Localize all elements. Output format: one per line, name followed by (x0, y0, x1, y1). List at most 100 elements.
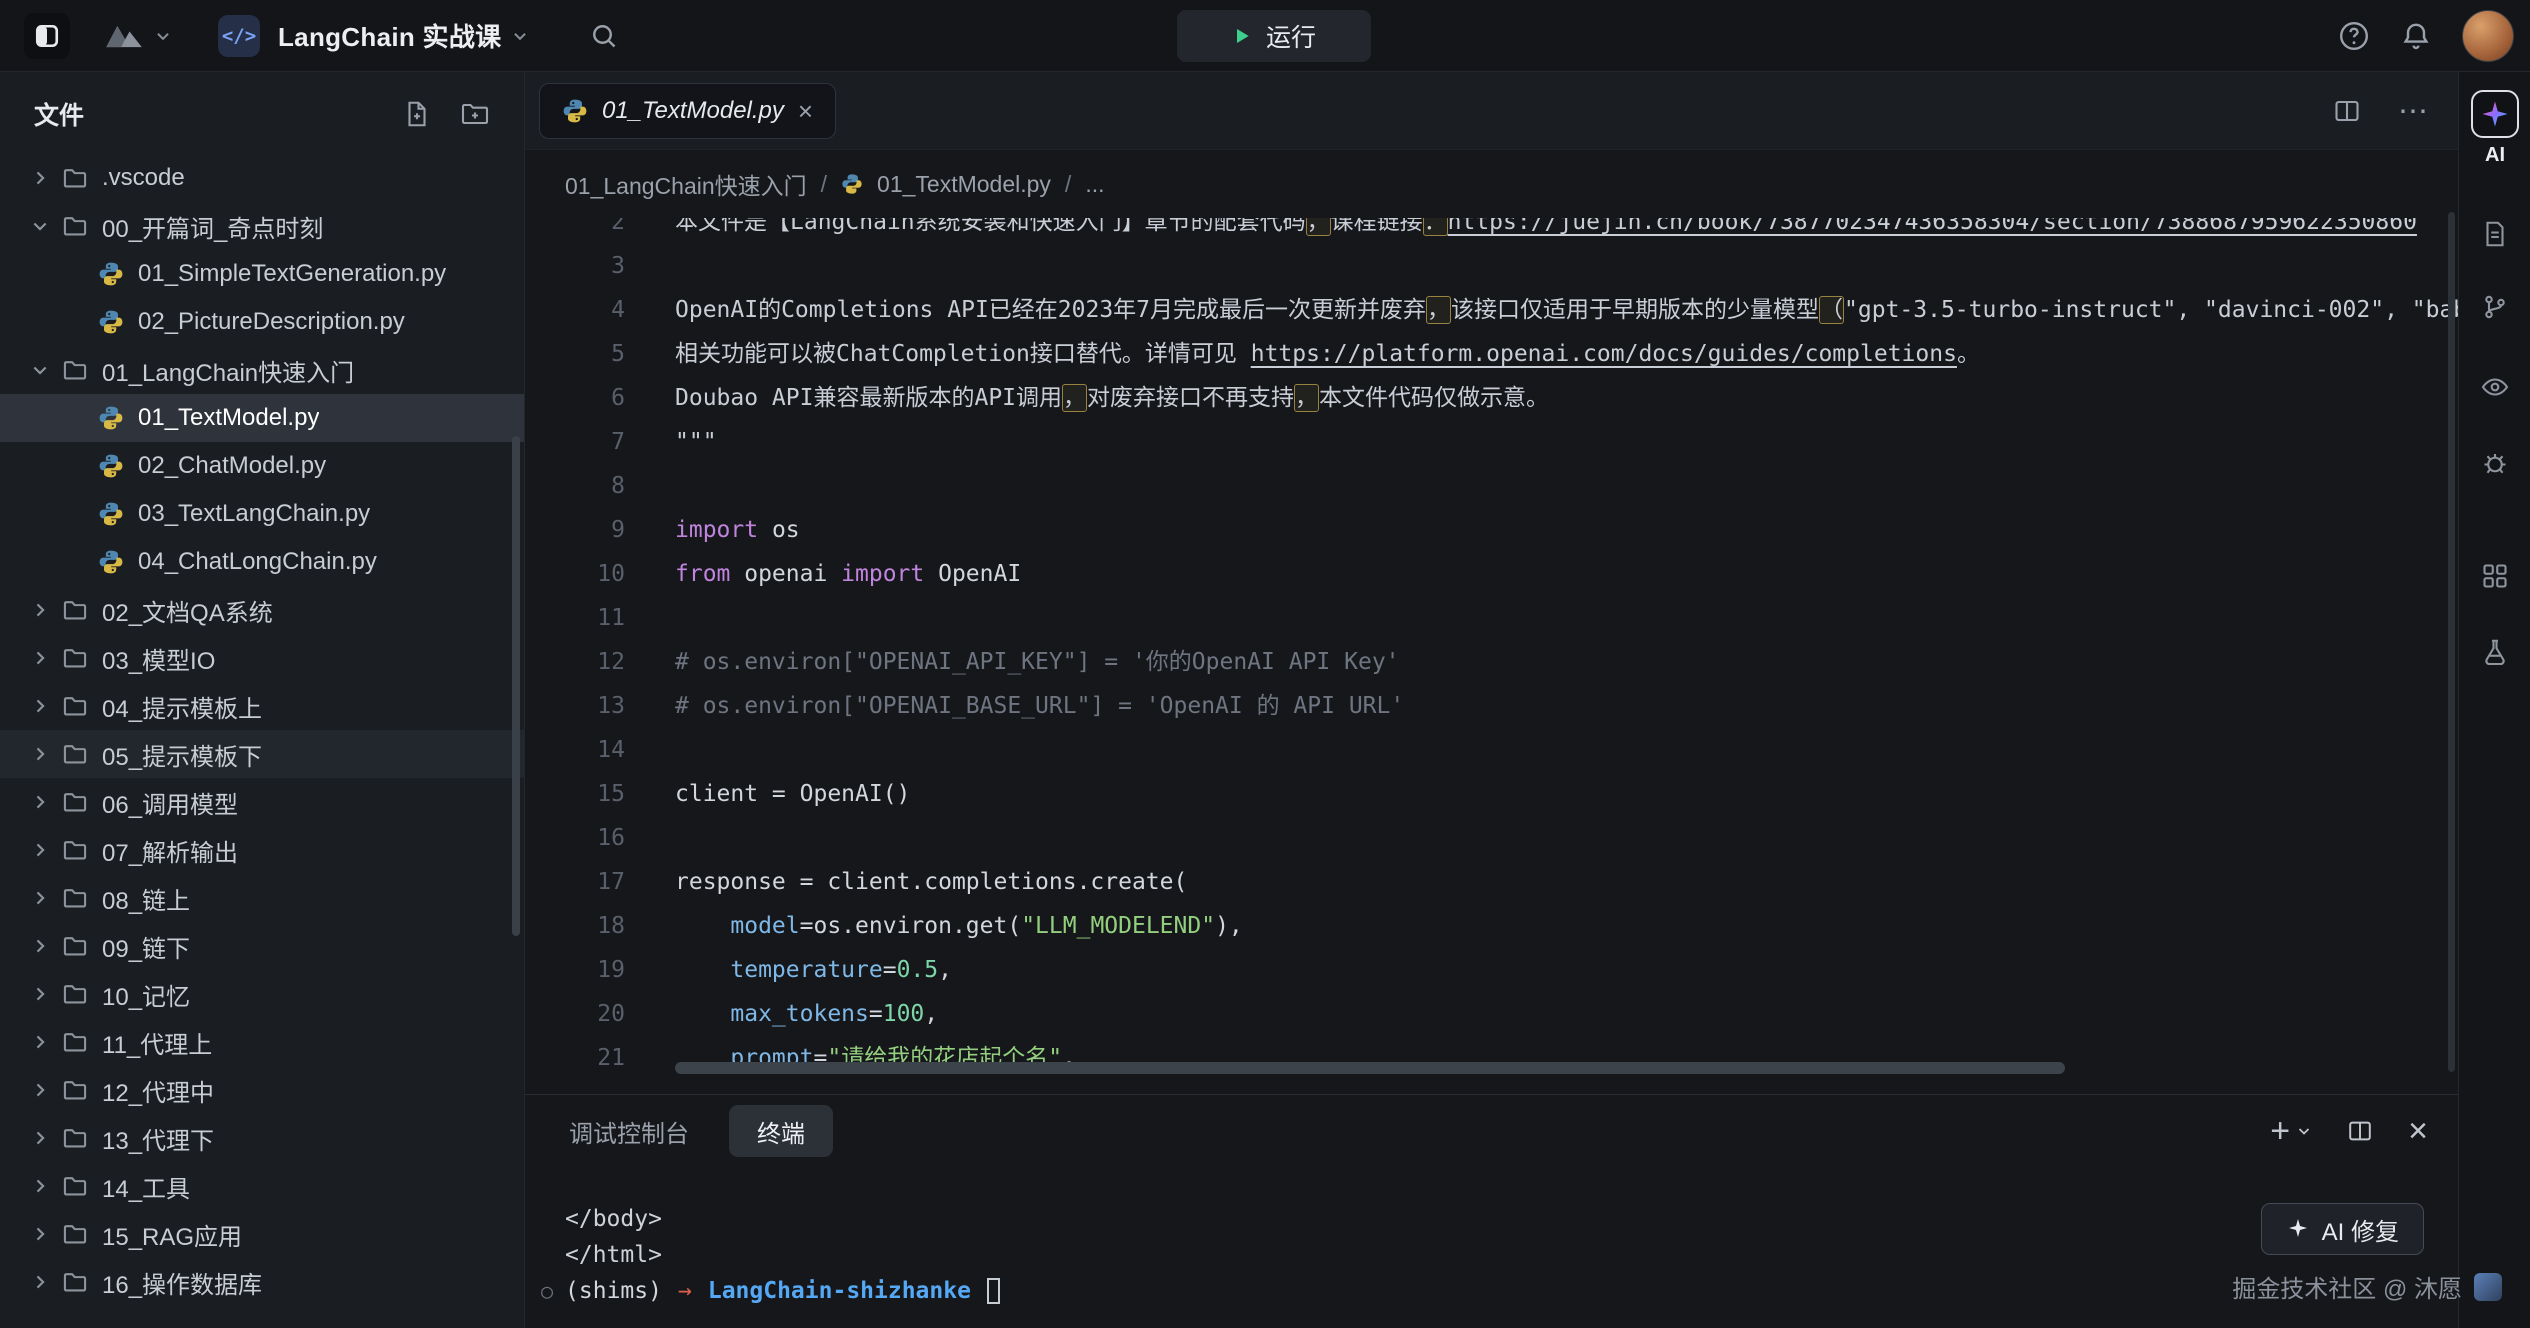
breadcrumb-file[interactable]: 01_TextModel.py (877, 171, 1051, 198)
chevron-right-icon[interactable] (30, 1128, 50, 1148)
code-line[interactable]: 2本文件是【LangChain系统安装和快速入门】章节的配套代码，课程链接：ht… (525, 218, 2458, 244)
chevron-right-icon[interactable] (30, 1032, 50, 1052)
line-number[interactable]: 21 (525, 1036, 625, 1080)
terminal[interactable]: </body></html> ○ (shims) → LangChain-shi… (525, 1201, 2458, 1309)
more-actions-icon[interactable]: ⋯ (2398, 94, 2430, 129)
line-number[interactable]: 7 (525, 420, 625, 464)
code-line[interactable]: 4OpenAI的Completions API已经在2023年7月完成最后一次更… (525, 288, 2458, 332)
chevron-right-icon[interactable] (30, 600, 50, 620)
tree-item-folder[interactable]: 16_操作数据库 (0, 1258, 524, 1306)
tree-item-folder[interactable]: 10_记忆 (0, 970, 524, 1018)
tree-item-folder[interactable]: 04_提示模板上 (0, 682, 524, 730)
tree-item-folder[interactable]: 11_代理上 (0, 1018, 524, 1066)
tree-item-folder[interactable]: 02_文档QA系统 (0, 586, 524, 634)
code-line[interactable]: 16 (525, 816, 2458, 860)
line-number[interactable]: 9 (525, 508, 625, 552)
project-badge-icon[interactable]: </> (218, 15, 260, 57)
breadcrumb-folder[interactable]: 01_LangChain快速入门 (565, 167, 807, 201)
chevron-right-icon[interactable] (30, 744, 50, 764)
split-editor-icon[interactable] (2332, 96, 2362, 126)
line-number[interactable]: 6 (525, 376, 625, 420)
chevron-right-icon[interactable] (30, 792, 50, 812)
tree-item-folder[interactable]: 03_模型IO (0, 634, 524, 682)
tree-item-folder[interactable]: .vscode (0, 154, 524, 202)
code-line[interactable]: 9import os (525, 508, 2458, 552)
line-number[interactable]: 2 (525, 218, 625, 244)
code-line[interactable]: 15client = OpenAI() (525, 772, 2458, 816)
line-number[interactable]: 13 (525, 684, 625, 728)
editor-vertical-scrollbar[interactable] (2448, 212, 2455, 1072)
tree-item-file[interactable]: 01_TextModel.py (0, 394, 524, 442)
chevron-right-icon[interactable] (30, 984, 50, 1004)
code-line[interactable]: 14 (525, 728, 2458, 772)
bell-icon[interactable] (2400, 20, 2432, 52)
tree-item-folder[interactable]: 06_调用模型 (0, 778, 524, 826)
code-line[interactable]: 18 model=os.environ.get("LLM_MODELEND"), (525, 904, 2458, 948)
new-terminal-icon[interactable]: + (2270, 1114, 2312, 1148)
chevron-down-icon[interactable] (2296, 1123, 2312, 1139)
workspace-logo-icon[interactable] (104, 22, 144, 50)
bug-icon[interactable] (2459, 441, 2530, 485)
flask-icon[interactable] (2459, 630, 2530, 674)
chevron-right-icon[interactable] (30, 840, 50, 860)
chevron-right-icon[interactable] (30, 168, 50, 188)
line-number[interactable]: 17 (525, 860, 625, 904)
tree-item-file[interactable]: 02_ChatModel.py (0, 442, 524, 490)
chevron-right-icon[interactable] (30, 1224, 50, 1244)
user-avatar[interactable] (2462, 10, 2514, 62)
chevron-right-icon[interactable] (30, 1176, 50, 1196)
panel-tab[interactable]: 调试控制台 (565, 1105, 693, 1157)
tree-item-folder[interactable]: 05_提示模板下 (0, 730, 524, 778)
run-button[interactable]: 运行 (1177, 10, 1371, 62)
project-name[interactable]: LangChain 实战课 (278, 17, 501, 54)
code-line[interactable]: 17response = client.completions.create( (525, 860, 2458, 904)
chevron-right-icon[interactable] (30, 888, 50, 908)
tree-item-folder[interactable]: 00_开篇词_奇点时刻 (0, 202, 524, 250)
ai-fix-button[interactable]: AI 修复 (2261, 1203, 2424, 1255)
tree-item-folder[interactable]: 07_解析输出 (0, 826, 524, 874)
split-panel-icon[interactable] (2346, 1117, 2374, 1145)
tree-item-file[interactable]: 01_SimpleTextGeneration.py (0, 250, 524, 298)
chevron-down-icon[interactable] (30, 360, 50, 380)
tree-item-folder[interactable]: 15_RAG应用 (0, 1210, 524, 1258)
line-number[interactable]: 15 (525, 772, 625, 816)
line-number[interactable]: 8 (525, 464, 625, 508)
editor-tab[interactable]: 01_TextModel.py × (539, 83, 836, 139)
chevron-right-icon[interactable] (30, 936, 50, 956)
chevron-right-icon[interactable] (30, 1080, 50, 1100)
tree-item-folder[interactable]: 08_链上 (0, 874, 524, 922)
line-number[interactable]: 19 (525, 948, 625, 992)
code-line[interactable]: 20 max_tokens=100, (525, 992, 2458, 1036)
line-number[interactable]: 5 (525, 332, 625, 376)
line-number[interactable]: 18 (525, 904, 625, 948)
line-number[interactable]: 10 (525, 552, 625, 596)
code-line[interactable]: 12# os.environ["OPENAI_API_KEY"] = '你的Op… (525, 640, 2458, 684)
tree-item-folder[interactable]: 01_LangChain快速入门 (0, 346, 524, 394)
line-number[interactable]: 4 (525, 288, 625, 332)
panel-tab[interactable]: 终端 (729, 1105, 833, 1157)
code-line[interactable]: 5相关功能可以被ChatCompletion接口替代。详情可见 https://… (525, 332, 2458, 376)
code-line[interactable]: 10from openai import OpenAI (525, 552, 2458, 596)
app-logo[interactable] (24, 13, 70, 59)
git-branch-icon[interactable] (2459, 285, 2530, 329)
chevron-right-icon[interactable] (30, 1272, 50, 1292)
code-line[interactable]: 11 (525, 596, 2458, 640)
sidebar-scrollbar[interactable] (512, 436, 520, 936)
doc-icon[interactable] (2459, 212, 2530, 256)
code-line[interactable]: 3 (525, 244, 2458, 288)
chevron-down-icon[interactable] (30, 216, 50, 236)
line-number[interactable]: 16 (525, 816, 625, 860)
tree-item-file[interactable]: 04_ChatLongChain.py (0, 538, 524, 586)
tree-item-folder[interactable]: 13_代理下 (0, 1114, 524, 1162)
workspace-chevron-down-icon[interactable] (154, 27, 172, 45)
code-line[interactable]: 8 (525, 464, 2458, 508)
new-file-icon[interactable] (402, 99, 432, 129)
help-icon[interactable] (2338, 20, 2370, 52)
line-number[interactable]: 20 (525, 992, 625, 1036)
close-panel-icon[interactable]: × (2408, 1114, 2428, 1148)
code-area[interactable]: 2本文件是【LangChain系统安装和快速入门】章节的配套代码，课程链接：ht… (525, 218, 2458, 1094)
code-line[interactable]: 6Doubao API兼容最新版本的API调用，对废弃接口不再支持，本文件代码仅… (525, 376, 2458, 420)
chevron-right-icon[interactable] (30, 648, 50, 668)
tree-item-folder[interactable]: 09_链下 (0, 922, 524, 970)
code-line[interactable]: 13# os.environ["OPENAI_BASE_URL"] = 'Ope… (525, 684, 2458, 728)
